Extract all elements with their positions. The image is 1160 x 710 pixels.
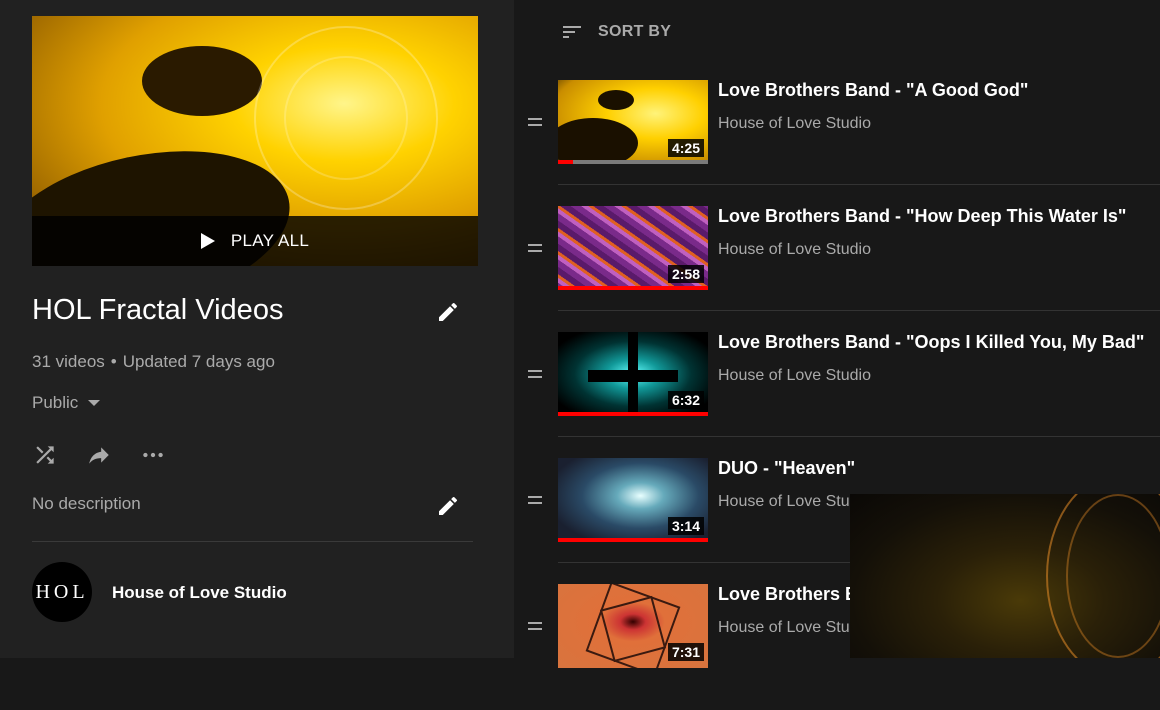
- shuffle-icon[interactable]: [32, 442, 58, 468]
- video-channel[interactable]: House of Love Studio: [718, 241, 871, 259]
- video-duration: 2:58: [667, 265, 704, 283]
- playlist-actions: [32, 442, 194, 468]
- video-channel[interactable]: House of Love Studio: [718, 619, 871, 637]
- watch-progress-bar: [558, 412, 708, 416]
- channel-name-link[interactable]: House of Love Studio: [112, 583, 287, 603]
- video-duration: 3:14: [667, 517, 704, 535]
- video-count: 31 videos: [32, 352, 105, 371]
- video-thumbnail[interactable]: 6:32: [558, 332, 708, 416]
- share-icon[interactable]: [86, 442, 112, 468]
- watch-progress-fill: [558, 412, 708, 416]
- thumbnail-shape: [598, 90, 634, 110]
- video-duration: 4:25: [667, 139, 704, 157]
- thumbnail-shape: [588, 370, 678, 382]
- video-title[interactable]: Love Brothers Band - "A Good God": [718, 80, 1028, 101]
- video-duration: 7:31: [667, 643, 704, 661]
- channel-avatar[interactable]: HOL: [32, 562, 92, 622]
- watch-progress-fill: [558, 538, 708, 542]
- drag-handle-icon[interactable]: [528, 244, 542, 256]
- thumbnail-shape: [558, 118, 638, 164]
- video-title[interactable]: DUO - "Heaven": [718, 458, 855, 479]
- drag-handle-icon[interactable]: [528, 496, 542, 508]
- playlist-video-row[interactable]: 6:32 Love Brothers Band - "Oops I Killed…: [520, 332, 1160, 458]
- video-thumbnail[interactable]: 4:25: [558, 80, 708, 164]
- row-divider: [558, 310, 1160, 311]
- sort-by-button[interactable]: SORT BY: [560, 20, 671, 44]
- playlist-video-row[interactable]: 4:25 Love Brothers Band - "A Good God" H…: [520, 80, 1160, 206]
- video-thumbnail[interactable]: 2:58: [558, 206, 708, 290]
- watch-progress-fill: [558, 160, 573, 164]
- playlist-sidebar: PLAY ALL HOL Fractal Videos 31 videos • Up…: [0, 0, 514, 658]
- video-title[interactable]: Love Brothers Band - "Oops I Killed You,…: [718, 332, 1144, 353]
- video-duration: 6:32: [667, 391, 704, 409]
- drag-handle-icon[interactable]: [528, 118, 542, 130]
- video-channel[interactable]: House of Love Studio: [718, 367, 871, 385]
- updated-time: Updated 7 days ago: [122, 352, 275, 371]
- video-channel[interactable]: House of Love Studio: [718, 115, 871, 133]
- caret-down-icon: [88, 400, 101, 406]
- row-divider: [558, 436, 1160, 437]
- watch-progress-bar: [558, 160, 708, 164]
- playlist-stats: 31 videos • Updated 7 days ago: [32, 352, 275, 372]
- privacy-value: Public: [32, 393, 79, 412]
- watch-progress-fill: [558, 286, 708, 290]
- play-all-label: PLAY ALL: [230, 231, 310, 250]
- video-thumbnail[interactable]: 7:31: [558, 584, 708, 668]
- video-frame-shape: [1066, 494, 1160, 658]
- row-divider: [558, 184, 1160, 185]
- sort-icon: [563, 26, 581, 38]
- watch-progress-bar: [558, 286, 708, 290]
- edit-description-pencil-icon[interactable]: [436, 494, 460, 523]
- thumbnail-shape: [284, 56, 408, 180]
- edit-title-pencil-icon[interactable]: [436, 300, 460, 329]
- sort-by-label: SORT BY: [598, 23, 672, 40]
- more-options-icon[interactable]: [140, 442, 166, 468]
- video-title[interactable]: Love Brothers Band - "How Deep This Wate…: [718, 206, 1126, 227]
- divider: [32, 541, 473, 542]
- drag-handle-icon[interactable]: [528, 622, 542, 634]
- video-thumbnail[interactable]: 3:14: [558, 458, 708, 542]
- drag-handle-icon[interactable]: [528, 370, 542, 382]
- watch-progress-bar: [558, 538, 708, 542]
- play-all-button[interactable]: PLAY ALL: [32, 216, 478, 266]
- video-channel[interactable]: House of Love Studio: [718, 493, 871, 511]
- miniplayer-video[interactable]: [850, 494, 1160, 658]
- playlist-title: HOL Fractal Videos: [32, 294, 284, 326]
- play-icon: [200, 233, 215, 249]
- playlist-description: No description: [32, 494, 141, 513]
- thumbnail-shape: [142, 46, 262, 116]
- privacy-dropdown[interactable]: Public: [32, 393, 101, 413]
- playlist-thumbnail[interactable]: PLAY ALL: [32, 16, 478, 266]
- playlist-video-row[interactable]: 2:58 Love Brothers Band - "How Deep This…: [520, 206, 1160, 332]
- separator-dot: •: [110, 352, 117, 371]
